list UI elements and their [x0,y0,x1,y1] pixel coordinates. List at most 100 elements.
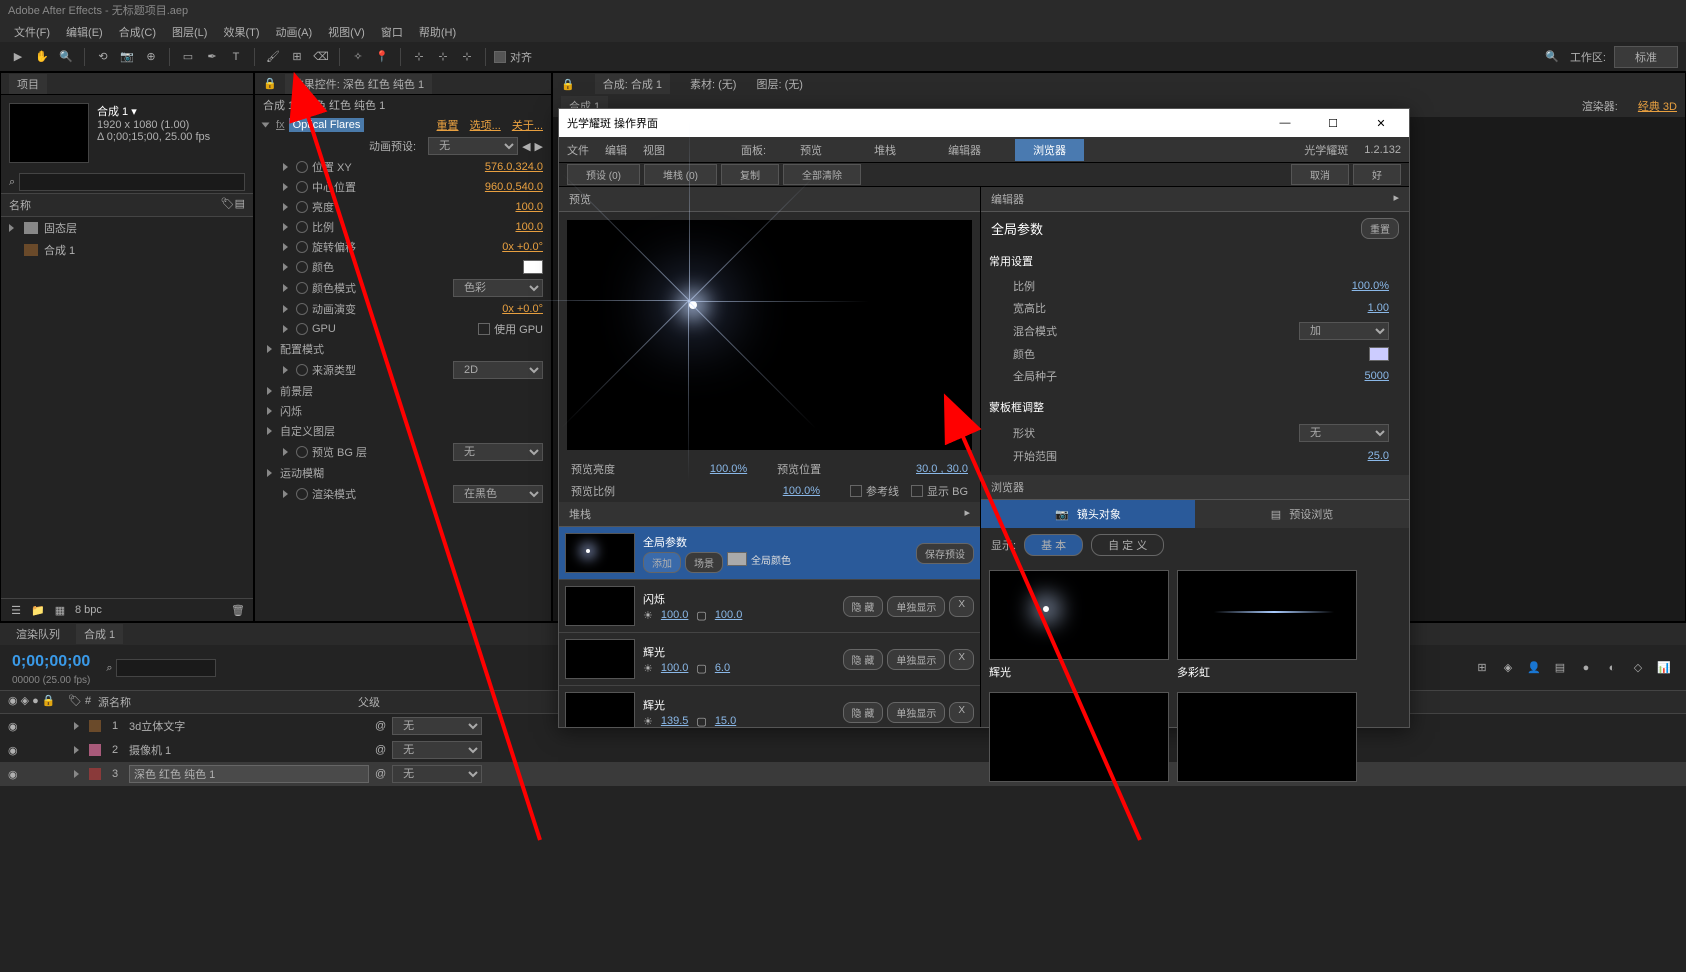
of-tab-preview[interactable]: 预览 [782,139,840,161]
parent-col[interactable]: 父级 [358,694,380,710]
property-value[interactable]: 960.0,540.0 [485,181,543,193]
disclosure-icon[interactable] [283,284,288,292]
prev-preset-icon[interactable]: ◀ [522,140,530,153]
of-tab-browser[interactable]: 浏览器 [1015,139,1084,161]
lens-item-iris[interactable]: 多彩虹 [1177,570,1357,684]
pickwhip-icon[interactable]: @ [375,720,386,732]
menu-anim[interactable]: 动画(A) [270,22,319,40]
eye-icon[interactable]: ◉ [8,720,22,733]
basic-filter-button[interactable]: 基 本 [1024,534,1083,556]
motionblur-icon[interactable]: ● [1576,658,1596,678]
selection-tool-icon[interactable]: ▶ [8,47,28,67]
lock-icon[interactable]: 🔒 [263,77,277,90]
lens-item-3[interactable] [989,692,1169,782]
property-select[interactable]: 在黑色 [453,485,543,503]
eye-icon[interactable]: ◉ [8,744,22,757]
disclosure-icon[interactable] [74,770,79,778]
axis-view-icon[interactable]: ⊹ [457,47,477,67]
preset-select[interactable]: 无 [428,137,518,155]
axis-world-icon[interactable]: ⊹ [433,47,453,67]
parent-select[interactable]: 无 [392,741,482,759]
property-select[interactable]: 色彩 [453,279,543,297]
of-menu-edit[interactable]: 编辑 [605,142,627,158]
ok-button[interactable]: 好 [1353,164,1401,185]
solo-button[interactable]: 单独显示 [887,702,945,723]
frameblend-icon[interactable]: ▤ [1550,658,1570,678]
layer-row[interactable]: ◉3深色 红色 纯色 1@无 [0,762,1686,786]
viewer-tab-comp[interactable]: 合成: 合成 1 [595,74,670,94]
property-checkbox[interactable] [478,323,490,335]
effects-tab[interactable]: 效果控件: 深色 红色 纯色 1 [285,74,432,94]
dialog-titlebar[interactable]: 光学耀斑 操作界面 — ☐ ✕ [559,109,1409,137]
disclosure-icon[interactable] [262,123,270,128]
preview-pos-value[interactable]: 30.0 , 30.0 [916,463,968,475]
stopwatch-icon[interactable] [296,488,308,500]
of-tab-stack[interactable]: 堆栈 [856,139,914,161]
pan-behind-tool-icon[interactable]: ⊕ [141,47,161,67]
col-tag-icon[interactable]: 🏷 [221,197,235,213]
param-value[interactable]: 5000 [1365,370,1389,382]
layer-color-label[interactable] [89,744,101,756]
disclosure-icon[interactable] [267,427,272,435]
comp-mini-flowchart-icon[interactable]: ⊞ [1472,658,1492,678]
project-search-input[interactable] [19,173,245,191]
stopwatch-icon[interactable] [296,446,308,458]
minimize-button[interactable]: — [1265,111,1305,135]
eraser-tool-icon[interactable]: ⌫ [311,47,331,67]
bpc-label[interactable]: 8 bpc [75,604,102,616]
roto-tool-icon[interactable]: ✧ [348,47,368,67]
stack-val1[interactable]: 100.0 [661,662,689,675]
disclosure-icon[interactable] [283,305,288,313]
of-tab-editor[interactable]: 编辑器 [930,139,999,161]
menu-view[interactable]: 视图(V) [322,22,371,40]
disclosure-icon[interactable] [74,722,79,730]
text-tool-icon[interactable]: T [226,47,246,67]
folder-new-icon[interactable]: 📁 [31,603,45,617]
param-value[interactable]: 25.0 [1368,450,1389,462]
parent-select[interactable]: 无 [392,717,482,735]
pickwhip-icon[interactable]: @ [375,744,386,756]
property-select[interactable]: 无 [453,443,543,461]
effect-name[interactable]: Optical Flares [289,118,365,132]
comp-new-icon[interactable]: ▦ [53,603,67,617]
preview-scale-value[interactable]: 100.0% [783,485,820,497]
stopwatch-icon[interactable] [296,261,308,273]
pen-tool-icon[interactable]: ✒ [202,47,222,67]
disclosure-icon[interactable] [74,746,79,754]
color-swatch[interactable] [1369,347,1389,361]
property-select[interactable]: 2D [453,361,543,379]
puppet-tool-icon[interactable]: 📍 [372,47,392,67]
stopwatch-icon[interactable] [296,181,308,193]
current-timecode[interactable]: 0;00;00;00 [4,649,98,675]
lens-item-glow[interactable]: 辉光 [989,570,1169,684]
stopwatch-icon[interactable] [296,161,308,173]
comp-thumbnail[interactable] [9,103,89,163]
property-value[interactable]: 0x +0.0° [502,241,543,253]
autokeyframe-icon[interactable]: ◇ [1628,658,1648,678]
stopwatch-icon[interactable] [296,303,308,315]
camera-tool-icon[interactable]: 📷 [117,47,137,67]
stack-item[interactable]: 辉光☀100.0▢6.0隐 藏单独显示X [559,633,980,686]
color-swatch[interactable] [523,260,543,274]
disclosure-icon[interactable] [283,183,288,191]
clone-tool-icon[interactable]: ⊞ [287,47,307,67]
disclosure-icon[interactable] [283,263,288,271]
bg-checkbox[interactable] [911,485,923,497]
draft3d-icon[interactable]: ◈ [1498,658,1518,678]
color-swatch[interactable] [727,552,747,566]
project-tab[interactable]: 项目 [9,74,47,94]
flare-preview-canvas[interactable] [567,220,972,450]
reset-link[interactable]: 重置 [437,117,459,133]
custom-filter-button[interactable]: 自 定 义 [1091,534,1164,556]
stack-val1[interactable]: 139.5 [661,715,689,728]
disclosure-icon[interactable] [267,469,272,477]
source-name-col[interactable]: 源名称 [98,694,358,710]
property-value[interactable]: 100.0 [515,201,543,213]
stack-global-item[interactable]: 全局参数 添加 场景 全局颜色 保存预设 [559,527,980,580]
disclosure-icon[interactable] [9,224,14,232]
preview-bright-value[interactable]: 100.0% [710,463,747,475]
rect-tool-icon[interactable]: ▭ [178,47,198,67]
axis-local-icon[interactable]: ⊹ [409,47,429,67]
disclosure-icon[interactable] [283,243,288,251]
of-menu-view[interactable]: 视图 [643,142,665,158]
